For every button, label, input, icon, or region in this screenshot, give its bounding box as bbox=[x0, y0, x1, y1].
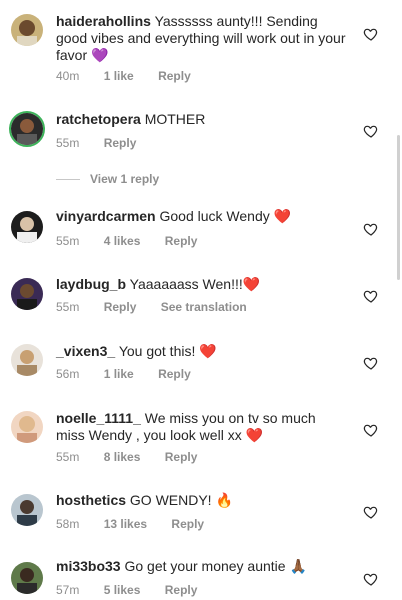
praying-hands-emoji: 🙏🏾 bbox=[289, 558, 307, 574]
comment-time: 55m bbox=[56, 450, 80, 464]
avatar[interactable] bbox=[11, 211, 43, 243]
comment-likes[interactable]: 8 likes bbox=[104, 450, 141, 464]
comment-text: _vixen3_ You got this! ❤️ bbox=[56, 343, 346, 360]
comment-username[interactable]: vinyardcarmen bbox=[56, 208, 156, 224]
comment-likes[interactable]: 1 like bbox=[104, 69, 134, 83]
comment-meta: 57m 5 likes Reply bbox=[56, 583, 218, 597]
reply-button[interactable]: Reply bbox=[165, 234, 198, 248]
comment-meta: 56m 1 like Reply bbox=[56, 367, 212, 381]
reply-button[interactable]: Reply bbox=[104, 300, 137, 314]
purple-heart-emoji: 💜 bbox=[91, 47, 109, 63]
comment-body: You got this! bbox=[118, 343, 196, 359]
comment-time: 58m bbox=[56, 517, 80, 531]
reply-button[interactable]: Reply bbox=[165, 583, 198, 597]
replies-divider-line bbox=[56, 178, 80, 180]
avatar[interactable] bbox=[11, 344, 43, 376]
comment-time: 55m bbox=[56, 300, 80, 314]
reply-button[interactable]: Reply bbox=[158, 69, 191, 83]
red-heart-emoji: ❤️ bbox=[245, 427, 264, 443]
comment-text: vinyardcarmen Good luck Wendy ❤️ bbox=[56, 208, 346, 225]
red-heart-emoji: ❤️ bbox=[242, 276, 261, 292]
comment-text: laydbug_b Yaaaaaass Wen!!!❤️ bbox=[56, 276, 346, 293]
comment-meta: 55m 4 likes Reply bbox=[56, 234, 218, 248]
comment-time: 56m bbox=[56, 367, 80, 381]
comment-likes[interactable]: 1 like bbox=[104, 367, 134, 381]
red-heart-emoji: ❤️ bbox=[199, 343, 217, 359]
reply-button[interactable]: Reply bbox=[104, 136, 137, 150]
comment-meta: 55m Reply See translation bbox=[56, 300, 268, 314]
comment-body: GO WENDY! bbox=[129, 492, 212, 508]
heart-outline-icon[interactable] bbox=[363, 123, 379, 139]
comment-text: noelle_1111_ We miss you on tv so much m… bbox=[56, 410, 346, 444]
scrollbar[interactable] bbox=[397, 135, 400, 280]
comment-meta: 40m 1 like Reply bbox=[56, 69, 212, 83]
avatar[interactable] bbox=[11, 14, 43, 46]
comment-time: 57m bbox=[56, 583, 80, 597]
view-replies-label: View 1 reply bbox=[90, 172, 160, 186]
reply-button[interactable]: Reply bbox=[171, 517, 204, 531]
comment-time: 55m bbox=[56, 136, 80, 150]
view-replies-button[interactable]: View 1 reply bbox=[56, 172, 159, 186]
avatar[interactable] bbox=[11, 562, 43, 594]
comment-likes[interactable]: 4 likes bbox=[104, 234, 141, 248]
comment-body: Good luck Wendy bbox=[159, 208, 270, 224]
heart-outline-icon[interactable] bbox=[363, 422, 379, 438]
comment-time: 40m bbox=[56, 69, 80, 83]
reply-button[interactable]: Reply bbox=[158, 367, 191, 381]
comment-time: 55m bbox=[56, 234, 80, 248]
comment-text: hosthetics GO WENDY! 🔥 bbox=[56, 492, 346, 509]
comment-likes[interactable]: 13 likes bbox=[104, 517, 147, 531]
avatar[interactable] bbox=[11, 278, 43, 310]
heart-outline-icon[interactable] bbox=[363, 355, 379, 371]
heart-outline-icon[interactable] bbox=[363, 504, 379, 520]
comment-text: ratchetopera MOTHER bbox=[56, 111, 346, 128]
reply-button[interactable]: Reply bbox=[165, 450, 198, 464]
fire-emoji: 🔥 bbox=[215, 492, 233, 508]
avatar[interactable] bbox=[11, 411, 43, 443]
comment-text: mi33bo33 Go get your money auntie 🙏🏾 bbox=[56, 558, 346, 575]
comment-username[interactable]: haiderahollins bbox=[56, 13, 151, 29]
comment-username[interactable]: ratchetopera bbox=[56, 111, 141, 127]
comment-username[interactable]: laydbug_b bbox=[56, 276, 126, 292]
comment-text: haiderahollins Yassssss aunty!!! Sending… bbox=[56, 13, 346, 64]
red-heart-emoji: ❤️ bbox=[273, 208, 292, 224]
comment-body: Go get your money auntie bbox=[124, 558, 286, 574]
comment-username[interactable]: _vixen3_ bbox=[56, 343, 115, 359]
comment-body: Yaaaaaass Wen!!! bbox=[129, 276, 243, 292]
comment-body: MOTHER bbox=[144, 111, 206, 127]
comment-username[interactable]: mi33bo33 bbox=[56, 558, 121, 574]
comment-likes[interactable]: 5 likes bbox=[104, 583, 141, 597]
see-translation-button[interactable]: See translation bbox=[161, 300, 247, 314]
comment-username[interactable]: noelle_1111_ bbox=[56, 410, 141, 426]
comment-meta: 55m 8 likes Reply bbox=[56, 450, 218, 464]
comment-meta: 58m 13 likes Reply bbox=[56, 517, 225, 531]
heart-outline-icon[interactable] bbox=[363, 288, 379, 304]
comment-username[interactable]: hosthetics bbox=[56, 492, 126, 508]
heart-outline-icon[interactable] bbox=[363, 571, 379, 587]
comment-meta: 55m Reply bbox=[56, 136, 157, 150]
avatar[interactable] bbox=[11, 113, 43, 145]
avatar[interactable] bbox=[11, 494, 43, 526]
heart-outline-icon[interactable] bbox=[363, 26, 379, 42]
heart-outline-icon[interactable] bbox=[363, 221, 379, 237]
